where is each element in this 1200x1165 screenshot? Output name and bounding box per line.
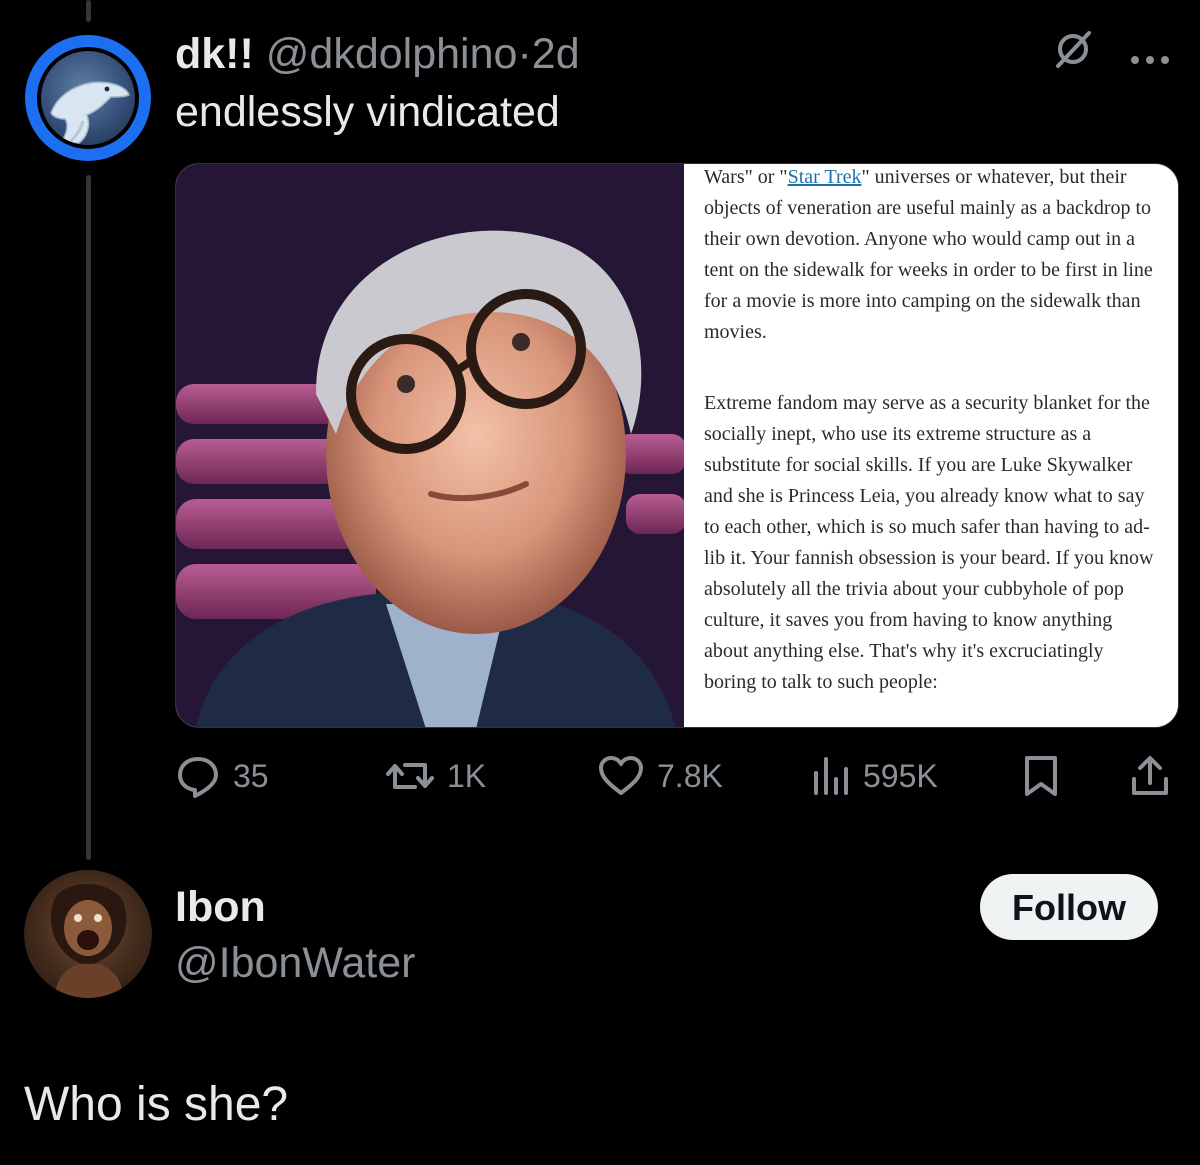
like-count: 7.8K [657, 757, 723, 794]
repost-icon [386, 763, 434, 789]
views-button[interactable]: 595K [811, 750, 938, 802]
separator-dot: · [517, 30, 532, 78]
reply-author-handle[interactable]: @IbonWater [175, 936, 415, 990]
repost-button[interactable]: 1K [385, 750, 486, 802]
author-handle[interactable]: @dkdolphino [266, 30, 518, 78]
repost-count: 1K [447, 757, 487, 794]
heart-icon [599, 756, 643, 795]
article-paragraph-2: Extreme fandom may serve as a security b… [704, 392, 1154, 693]
follow-button[interactable]: Follow [980, 874, 1158, 940]
article-excerpt: Wars" or "Star Trek" universes or whatev… [684, 164, 1178, 727]
thread-line-top [86, 0, 91, 22]
tweet-actions: 35 1K 7.8K 595K [175, 750, 1175, 802]
tweet-media[interactable]: Wars" or "Star Trek" universes or whatev… [175, 163, 1179, 728]
author-name[interactable]: dk!! [175, 30, 254, 78]
reply-count: 35 [233, 757, 269, 794]
share-icon [1132, 756, 1168, 795]
reply-text: Who is she? [24, 1078, 289, 1131]
bookmark-button[interactable] [1021, 750, 1061, 802]
reply-author-avatar[interactable] [24, 870, 152, 998]
star-trek-link[interactable]: Star Trek [788, 166, 862, 188]
view-count: 595K [863, 757, 938, 794]
like-button[interactable]: 7.8K [597, 750, 723, 802]
more-options-icon[interactable] [1130, 33, 1170, 75]
share-button[interactable] [1129, 750, 1171, 802]
article-paragraph-1: Wars" or "Star Trek" universes or whatev… [704, 166, 1153, 343]
dolphin-avatar-icon [37, 47, 139, 149]
tweet-time[interactable]: 2d [532, 30, 580, 78]
author-avatar[interactable] [25, 35, 151, 161]
bookmark-icon [1025, 756, 1057, 796]
analytics-icon [814, 757, 848, 795]
portrait-photo[interactable] [176, 164, 684, 727]
user-avatar-icon [50, 883, 127, 998]
thread-line [86, 175, 91, 860]
tweet-top-icons [1052, 28, 1170, 79]
tweet-author-line: dk!! @dkdolphino·2d [175, 28, 580, 80]
reply-author-name[interactable]: Ibon [175, 880, 266, 934]
reply-icon [178, 757, 218, 798]
grok-icon[interactable] [1052, 28, 1094, 79]
reply-button[interactable]: 35 [175, 750, 269, 802]
tweet-text: endlessly vindicated [175, 88, 560, 136]
